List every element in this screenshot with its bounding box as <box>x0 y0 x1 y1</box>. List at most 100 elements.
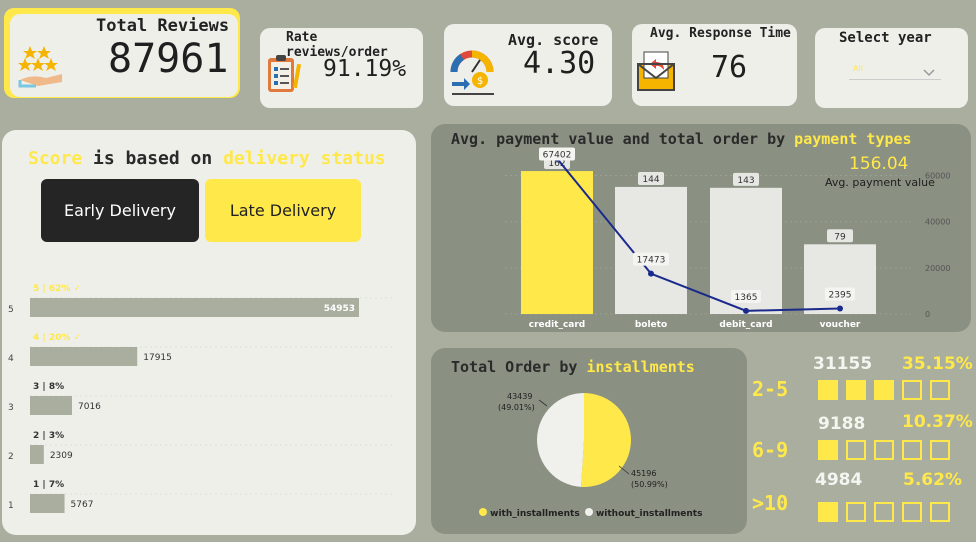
late-delivery-button[interactable]: Late Delivery <box>205 179 361 242</box>
pie-label-pct: (50.99%) <box>631 480 668 489</box>
bar-value-label: 143 <box>737 176 754 186</box>
title-score: Score <box>28 148 83 169</box>
group-pct: 35.15% <box>902 354 973 374</box>
avg-score-value: 4.30 <box>523 46 596 81</box>
y2-tick-label: 40000 <box>925 218 950 227</box>
bar-category-label: 2 | 3% <box>33 431 64 441</box>
line-point <box>837 305 843 312</box>
payment-panel: Avg. payment value and total order by pa… <box>431 124 971 332</box>
empty-square <box>874 502 894 522</box>
x-tick-label: voucher <box>820 320 861 330</box>
avg-score-card: $ Avg. score 4.30 <box>444 24 612 106</box>
bar-category-label: 3 | 8% <box>33 382 64 392</box>
total-reviews-title: Total Reviews <box>96 16 230 36</box>
pie-leader <box>538 399 548 407</box>
y-tick-label: 4 <box>8 354 14 364</box>
bar-value-label: 79 <box>834 232 846 242</box>
y-tick-label: 1 <box>8 501 14 511</box>
bar-value-label: 144 <box>642 175 659 185</box>
y2-tick-label: 20000 <box>925 264 950 273</box>
empty-square <box>846 502 866 522</box>
avg-response-card: Avg. Response Time 76 <box>632 24 797 106</box>
installments-panel: Total Order by installments 45196 (50.99%… <box>431 348 747 534</box>
installments-pie-chart: 45196 (50.99%) 43439 (49.01%) <box>498 392 668 489</box>
bar-category-label: 1 | 7% <box>33 480 64 490</box>
title-delivery: delivery status <box>223 148 386 169</box>
payment-combo-chart: 0200004000060000162credit_card144boleto1… <box>505 147 950 330</box>
empty-square <box>902 380 922 400</box>
year-dropdown[interactable]: All <box>849 58 941 80</box>
chevron-down-icon <box>923 62 935 81</box>
payment-bar <box>521 171 593 314</box>
empty-square <box>874 440 894 460</box>
score-bar <box>30 396 73 415</box>
x-tick-label: debit_card <box>719 320 772 330</box>
group-count: 9188 <box>818 414 866 434</box>
early-delivery-button[interactable]: Early Delivery <box>41 179 199 242</box>
fill-square <box>818 502 838 522</box>
group-count: 31155 <box>813 354 873 374</box>
score-bar <box>30 494 65 513</box>
bar-value-label: 5767 <box>71 500 94 510</box>
bar-value-label: 54953 <box>324 304 355 314</box>
pie-leader <box>618 465 630 475</box>
pie-slice <box>537 393 584 487</box>
score-bar-chart: 5 | 62% ✓ 5 54953 4 | 20% ✓ 4 17915 3 | 8% 3 701… <box>8 284 392 513</box>
group-count: 4984 <box>815 470 863 490</box>
score-panel-title: Score is based on delivery status <box>28 148 386 169</box>
x-tick-label: credit_card <box>529 320 586 330</box>
fill-square <box>846 380 866 400</box>
score-bar <box>30 347 138 366</box>
pie-slice <box>581 393 632 487</box>
y-tick-label: 5 <box>8 305 14 315</box>
bar-category-label: 4 | 20% ✓ <box>33 333 81 343</box>
x-tick-label: boleto <box>635 320 667 330</box>
late-delivery-label: Late Delivery <box>229 201 337 220</box>
bar-value-label: 7016 <box>78 402 101 412</box>
rate-reviews-card: Rate reviews/order 91.19% <box>260 28 423 108</box>
clipboard-icon <box>266 54 302 98</box>
avg-response-title: Avg. Response Time <box>650 26 791 41</box>
legend-dot-without <box>584 508 593 516</box>
pie-label-value: 45196 <box>631 469 656 478</box>
line-value-label: 1365 <box>735 293 758 303</box>
envelope-reply-icon <box>636 48 676 96</box>
pie-legend: with_installments without_installments <box>479 508 702 519</box>
legend-dot-with <box>479 508 487 516</box>
line-point <box>743 307 749 314</box>
y-tick-label: 3 <box>8 403 14 413</box>
line-value-label: 67402 <box>543 150 572 160</box>
score-bar <box>30 298 359 317</box>
pie-label-value: 43439 <box>507 392 532 401</box>
group-label: 6-9 <box>752 438 789 462</box>
score-panel: Score is based on delivery status Early … <box>2 130 416 535</box>
empty-square <box>902 502 922 522</box>
bar-value-label: 2309 <box>50 451 73 461</box>
bar-category-label: 5 | 62% ✓ <box>33 284 81 294</box>
line-value-label: 2395 <box>829 290 852 300</box>
select-year-title: Select year <box>839 30 932 46</box>
legend-without-label: without_installments <box>595 509 703 519</box>
bar-value-label: 17915 <box>143 353 172 363</box>
svg-text:$: $ <box>477 76 483 87</box>
y2-tick-label: 0 <box>925 310 930 319</box>
avg-response-value: 76 <box>711 50 748 85</box>
total-reviews-card-inner: Total Reviews 87961 <box>10 14 238 97</box>
y2-tick-label: 60000 <box>925 172 950 181</box>
select-year-card: Select year All <box>815 28 968 108</box>
legend-with-label: with_installments <box>490 509 580 519</box>
gauge-coin-icon: $ <box>450 48 496 100</box>
payment-bar <box>615 186 687 314</box>
empty-square <box>902 440 922 460</box>
line-point <box>648 270 654 277</box>
fill-square <box>818 440 838 460</box>
early-delivery-label: Early Delivery <box>64 201 176 220</box>
rate-reviews-value: 91.19% <box>323 56 407 82</box>
empty-square <box>930 440 950 460</box>
line-value-label: 17473 <box>637 256 666 266</box>
reviews-stars-icon <box>18 44 64 88</box>
total-reviews-value: 87961 <box>108 36 229 82</box>
empty-square <box>930 380 950 400</box>
year-dropdown-value: All <box>853 64 863 73</box>
score-bar <box>30 445 44 464</box>
